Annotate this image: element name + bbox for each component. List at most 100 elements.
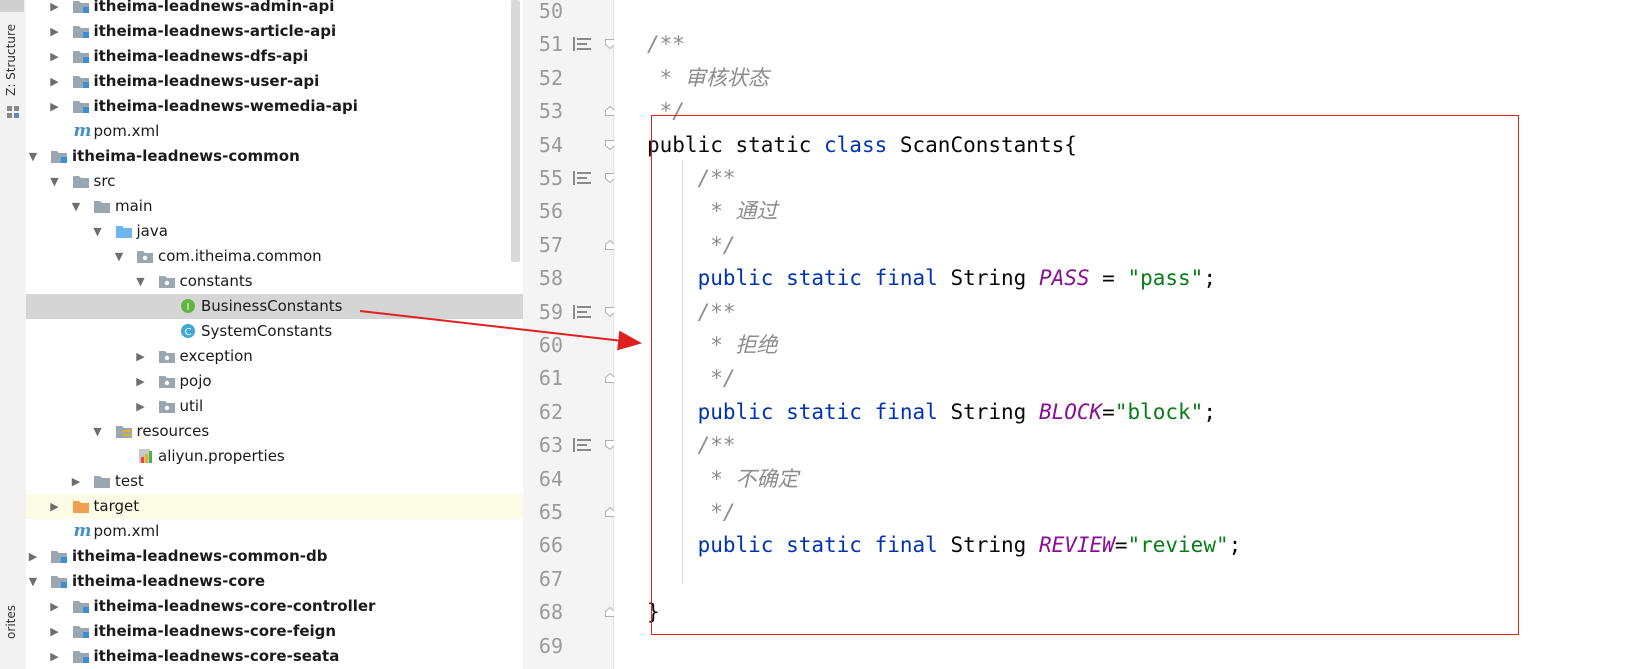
code-token: * 审核状态 xyxy=(647,65,769,90)
tree-item-label: SystemConstants xyxy=(201,322,333,340)
tree-row[interactable]: ▶ util xyxy=(26,394,523,419)
tree-row[interactable]: ▼ java xyxy=(26,219,523,244)
collapsed-arrow-icon[interactable]: ▶ xyxy=(48,619,62,644)
doc-comment-icon[interactable] xyxy=(573,37,593,52)
collapsed-arrow-icon[interactable]: ▶ xyxy=(69,469,83,494)
doc-comment-icon[interactable] xyxy=(573,304,593,319)
expanded-arrow-icon[interactable]: ▼ xyxy=(112,244,126,269)
code-line[interactable]: * 不确定 xyxy=(647,462,798,497)
tree-row[interactable]: ▼ resources xyxy=(26,419,523,444)
tree-item-label: itheima-leadnews-common xyxy=(72,147,300,165)
package-icon xyxy=(158,373,176,389)
code-token: } xyxy=(647,600,660,625)
tree-item-label: itheima-leadnews-wemedia-api xyxy=(93,97,358,115)
expanded-arrow-icon[interactable]: ▼ xyxy=(134,269,148,294)
collapsed-arrow-icon[interactable]: ▶ xyxy=(48,44,62,69)
code-token: REVIEW xyxy=(1038,533,1115,558)
tree-row[interactable]: ▼ com.itheima.common xyxy=(26,244,523,269)
line-number: 58 xyxy=(538,266,563,291)
tree-row[interactable]: ▶ itheima-leadnews-core-controller xyxy=(26,594,523,619)
code-line[interactable]: * 审核状态 xyxy=(647,61,769,96)
expanded-arrow-icon[interactable]: ▼ xyxy=(26,569,40,594)
code-token: */ xyxy=(647,366,736,391)
structure-tool-tab[interactable]: Z: Structure xyxy=(4,24,18,96)
code-token: "block" xyxy=(1114,399,1204,424)
code-token: = xyxy=(1102,399,1115,424)
expanded-arrow-icon[interactable]: ▼ xyxy=(91,219,105,244)
favorites-tool-tab[interactable]: orites xyxy=(4,605,18,639)
expanded-arrow-icon[interactable]: ▼ xyxy=(48,169,62,194)
code-token: public static final xyxy=(697,533,938,558)
code-line[interactable]: */ xyxy=(647,361,736,396)
tree-row[interactable]: ▶ itheima-leadnews-admin-api xyxy=(26,0,523,19)
expanded-arrow-icon[interactable]: ▼ xyxy=(69,194,83,219)
code-token: = xyxy=(1114,533,1128,558)
tree-row[interactable]: m pom.xml xyxy=(26,119,523,144)
code-line[interactable]: public static final String REVIEW="revie… xyxy=(647,528,1242,563)
tree-row[interactable]: ▶ itheima-leadnews-dfs-api xyxy=(26,44,523,69)
collapsed-arrow-icon[interactable]: ▶ xyxy=(26,544,40,569)
properties-file-icon xyxy=(136,448,154,464)
tree-scrollbar[interactable] xyxy=(511,0,520,262)
collapsed-arrow-icon[interactable]: ▶ xyxy=(48,0,62,19)
code-line[interactable]: public static final String PASS = "pass"… xyxy=(647,261,1216,296)
code-line[interactable]: * 通过 xyxy=(647,194,777,229)
code-line[interactable]: * 拒绝 xyxy=(647,328,777,363)
collapsed-arrow-icon[interactable]: ▶ xyxy=(48,494,62,519)
tree-row[interactable]: ▶ itheima-leadnews-core-seata xyxy=(26,644,523,669)
collapsed-arrow-icon[interactable]: ▶ xyxy=(134,394,148,419)
tree-row[interactable]: m pom.xml xyxy=(26,519,523,544)
tree-row[interactable]: aliyun.properties xyxy=(26,444,523,469)
code-line[interactable]: /** xyxy=(647,295,736,330)
collapsed-arrow-icon[interactable]: ▶ xyxy=(134,344,148,369)
code-line[interactable]: */ xyxy=(647,495,736,530)
tree-row[interactable]: ▶ itheima-leadnews-wemedia-api xyxy=(26,94,523,119)
code-editor[interactable]: /** * 审核状态 */ public static class ScanCon… xyxy=(614,0,1643,669)
tree-row[interactable]: ▼ main xyxy=(26,194,523,219)
tree-row[interactable]: ▶ pojo xyxy=(26,369,523,394)
source-folder-icon xyxy=(115,223,133,239)
tree-item-label: pojo xyxy=(179,372,212,390)
tree-row[interactable]: ▼ itheima-leadnews-common xyxy=(26,144,523,169)
code-token: /** xyxy=(647,166,736,190)
tree-row[interactable]: ▶ itheima-leadnews-article-api xyxy=(26,19,523,44)
tree-row[interactable]: ▶ test xyxy=(26,469,523,494)
expanded-arrow-icon[interactable]: ▼ xyxy=(26,144,40,169)
collapsed-arrow-icon[interactable]: ▶ xyxy=(134,369,148,394)
tree-row[interactable]: ▶ itheima-leadnews-common-db xyxy=(26,544,523,569)
collapsed-arrow-icon[interactable]: ▶ xyxy=(48,94,62,119)
collapsed-arrow-icon[interactable]: ▶ xyxy=(48,594,62,619)
tree-row[interactable]: I BusinessConstants xyxy=(26,294,523,319)
tree-row[interactable]: ▼ itheima-leadnews-core xyxy=(26,569,523,594)
collapsed-arrow-icon[interactable]: ▶ xyxy=(48,69,62,94)
tree-row[interactable]: ▼ constants xyxy=(26,269,523,294)
code-line[interactable]: */ xyxy=(647,94,685,129)
code-line[interactable]: public static class ScanConstants{ xyxy=(647,128,1077,163)
line-number: 52 xyxy=(538,65,563,90)
tree-row[interactable]: ▶ itheima-leadnews-user-api xyxy=(26,69,523,94)
collapsed-arrow-icon[interactable]: ▶ xyxy=(48,19,62,44)
expanded-arrow-icon[interactable]: ▼ xyxy=(91,419,105,444)
code-token: /** xyxy=(647,299,736,324)
doc-comment-icon[interactable] xyxy=(573,438,593,453)
collapsed-arrow-icon[interactable]: ▶ xyxy=(48,644,62,669)
code-token: */ xyxy=(647,232,736,257)
tree-row[interactable]: ▶ itheima-leadnews-core-feign xyxy=(26,619,523,644)
code-line[interactable]: */ xyxy=(647,228,736,263)
code-line[interactable]: } xyxy=(647,595,660,630)
line-number: 64 xyxy=(538,466,563,491)
code-line[interactable]: public static final String BLOCK="block"… xyxy=(647,395,1216,430)
code-line[interactable]: /** xyxy=(647,428,736,463)
tree-row[interactable]: ▼ src xyxy=(26,169,523,194)
code-line[interactable]: /** xyxy=(647,27,685,62)
line-number: 51 xyxy=(538,32,563,57)
tree-row[interactable]: ▶ target xyxy=(26,494,523,519)
code-line[interactable]: /** xyxy=(647,161,736,196)
tree-row[interactable]: ▶ exception xyxy=(26,344,523,369)
module-folder-icon xyxy=(72,623,90,639)
doc-comment-icon[interactable] xyxy=(573,171,593,185)
package-icon xyxy=(158,348,176,364)
code-token: */ xyxy=(647,500,736,524)
tree-row[interactable]: C SystemConstants xyxy=(26,319,523,344)
line-number: 53 xyxy=(538,99,563,124)
